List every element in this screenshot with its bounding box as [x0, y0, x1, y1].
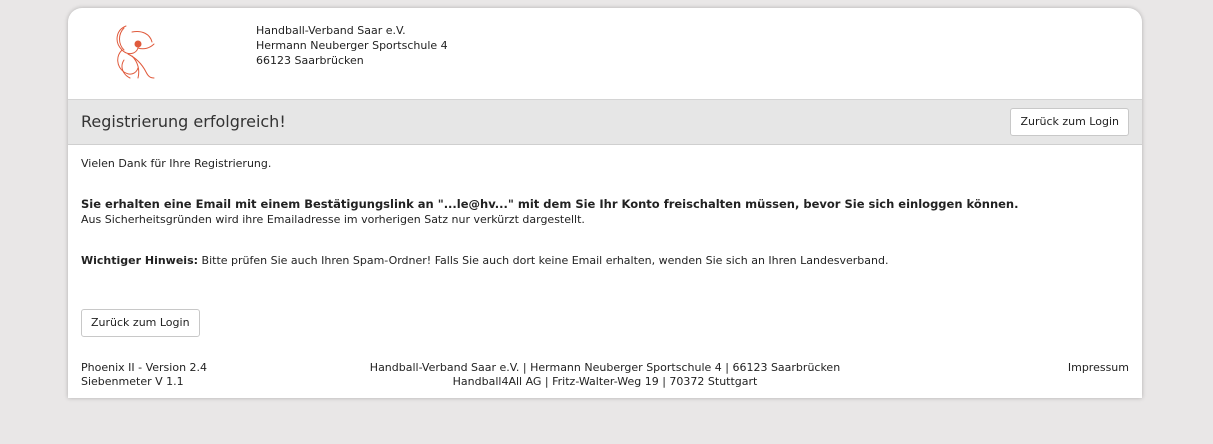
- important-notice: Wichtiger Hinweis: Bitte prüfen Sie auch…: [81, 254, 888, 267]
- handball-player-logo-icon: [116, 25, 155, 79]
- org-city: 66123 Saarbrücken: [256, 54, 364, 67]
- main-card: Handball-Verband Saar e.V. Hermann Neube…: [68, 8, 1142, 398]
- footer-address-line1: Handball-Verband Saar e.V. | Hermann Neu…: [369, 361, 841, 374]
- email-notice: Sie erhalten eine Email mit einem Bestät…: [81, 197, 1019, 211]
- org-name: Handball-Verband Saar e.V.: [256, 24, 406, 37]
- footer-address: Handball-Verband Saar e.V. | Hermann Neu…: [68, 361, 1142, 389]
- footer-address-line2: Handball4All AG | Fritz-Walter-Weg 19 | …: [452, 375, 758, 388]
- back-to-login-button-bottom[interactable]: Zurück zum Login: [81, 309, 200, 337]
- back-to-login-button-top[interactable]: Zurück zum Login: [1010, 108, 1129, 136]
- organization-address: Handball-Verband Saar e.V. Hermann Neube…: [256, 23, 448, 68]
- page-title: Registrierung erfolgreich!: [81, 112, 286, 131]
- important-text: Bitte prüfen Sie auch Ihren Spam-Ordner!…: [198, 254, 889, 267]
- thanks-text: Vielen Dank für Ihre Registrierung.: [81, 157, 272, 170]
- security-note: Aus Sicherheitsgründen wird ihre Emailad…: [81, 213, 585, 226]
- important-label: Wichtiger Hinweis:: [81, 254, 199, 267]
- header: Handball-Verband Saar e.V. Hermann Neube…: [68, 8, 1142, 100]
- title-bar: Registrierung erfolgreich! Zurück zum Lo…: [68, 100, 1142, 145]
- impressum-link[interactable]: Impressum: [1068, 361, 1129, 375]
- org-street: Hermann Neuberger Sportschule 4: [256, 39, 448, 52]
